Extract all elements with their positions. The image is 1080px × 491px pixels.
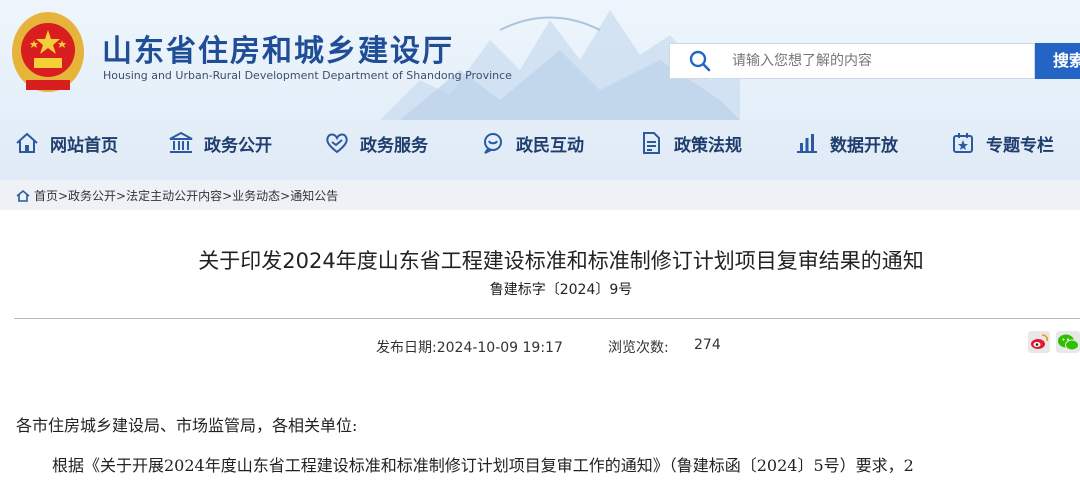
nav-item-interaction[interactable]: 政民互动 xyxy=(480,120,584,166)
nav-item-label: 政务公开 xyxy=(204,135,272,156)
site-subtitle: Housing and Urban-Rural Development Depa… xyxy=(103,69,512,82)
handshake-heart-icon xyxy=(326,133,348,154)
nav-item-label: 政民互动 xyxy=(516,135,584,156)
breadcrumb-text[interactable]: 首页>政务公开>法定主动公开内容>业务动态>通知公告 xyxy=(34,187,338,204)
document-number: 鲁建标字〔2024〕9号 xyxy=(489,282,633,298)
nav-item-gov-services[interactable]: 政务服务 xyxy=(324,120,428,166)
nav-item-label: 网站首页 xyxy=(50,135,118,156)
document-icon xyxy=(643,132,660,154)
views-label: 浏览次数: xyxy=(608,340,669,356)
nav-item-gov-affairs[interactable]: 政务公开 xyxy=(168,120,272,166)
breadcrumb: 首页>政务公开>法定主动公开内容>业务动态>通知公告 xyxy=(16,187,338,204)
salutation-text: 各市住房城乡建设局、市场监管局，各相关单位: xyxy=(16,416,358,435)
search-button[interactable]: 搜索 xyxy=(1035,43,1080,79)
nav-item-open-data[interactable]: 数据开放 xyxy=(794,120,898,166)
national-emblem-icon xyxy=(12,12,84,92)
wechat-share-button[interactable] xyxy=(1056,331,1080,353)
home-icon xyxy=(16,132,38,153)
nav-item-policy[interactable]: 政策法规 xyxy=(638,120,742,166)
nav-item-special-topics[interactable]: 专题专栏 xyxy=(950,120,1054,166)
government-building-icon xyxy=(169,131,193,153)
divider xyxy=(14,318,1080,319)
chat-bubble-icon xyxy=(484,133,502,154)
home-icon[interactable] xyxy=(16,189,30,203)
site-title: 山东省住房和城乡建设厅 xyxy=(102,34,454,69)
main-nav: 网站首页 政务公开 政务服务 政民互动 政策法规 数据开放 专题专栏 xyxy=(0,120,1080,166)
views-count: 274 xyxy=(694,337,721,353)
breadcrumb-bar: 首页>政务公开>法定主动公开内容>业务动态>通知公告 xyxy=(0,180,1080,210)
nav-item-home[interactable]: 网站首页 xyxy=(14,120,118,166)
site-header: 山东省住房和城乡建设厅 Housing and Urban-Rural Deve… xyxy=(0,0,1080,180)
paragraph-text: 根据《关于开展2024年度山东省工程建设标准和标准制修订计划项目复审工作的通知》… xyxy=(52,456,914,475)
search-icon[interactable] xyxy=(688,49,712,73)
nav-item-label: 政务服务 xyxy=(360,135,428,156)
calendar-star-icon xyxy=(953,133,973,153)
nav-item-label: 数据开放 xyxy=(830,135,898,156)
nav-item-label: 政策法规 xyxy=(674,135,742,156)
bar-chart-icon xyxy=(797,134,817,153)
wechat-icon xyxy=(1058,334,1079,351)
weibo-share-button[interactable] xyxy=(1028,331,1050,353)
article-title: 关于印发2024年度山东省工程建设标准和标准制修订计划项目复审结果的通知 xyxy=(198,249,924,273)
search-input[interactable] xyxy=(724,44,1040,78)
weibo-icon xyxy=(1031,334,1049,349)
nav-item-label: 专题专栏 xyxy=(986,135,1054,156)
publish-date: 发布日期:2024-10-09 19:17 xyxy=(376,340,563,356)
